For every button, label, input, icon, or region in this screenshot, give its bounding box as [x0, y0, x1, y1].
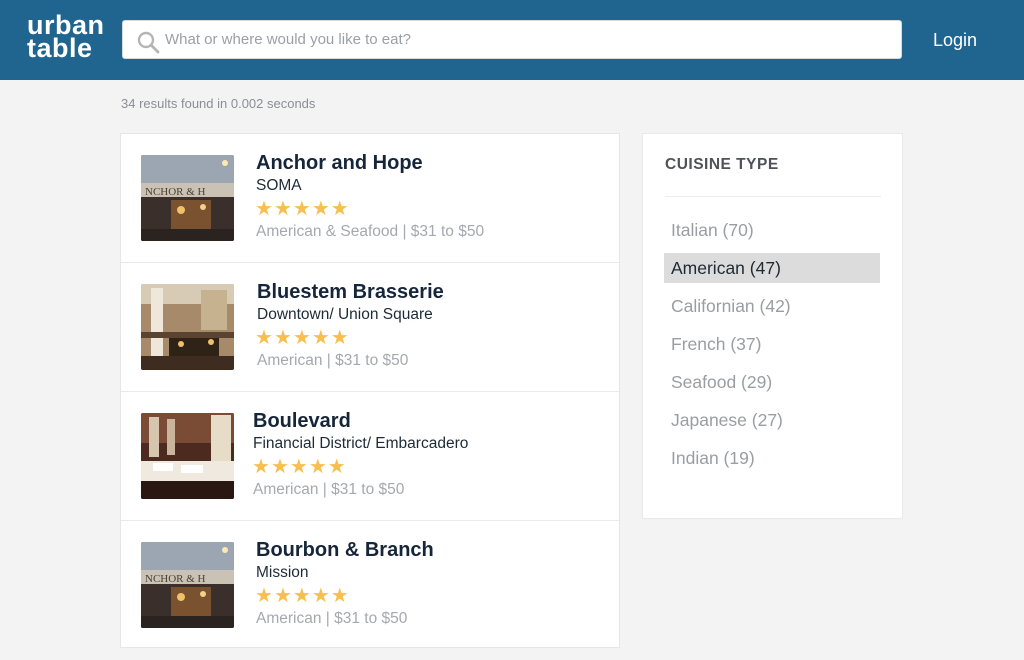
restaurant-details: American & Seafood | $31 to $50 — [256, 223, 485, 240]
star-icon: ★ — [289, 456, 308, 478]
restaurant-name[interactable]: Anchor and Hope — [256, 152, 423, 175]
star-icon: ★ — [292, 198, 311, 220]
rating-stars: ★★★★★ — [255, 328, 350, 348]
filter-option-indian[interactable]: Indian (19) — [664, 443, 880, 473]
star-icon: ★ — [270, 456, 289, 478]
restaurant-thumbnail[interactable] — [141, 413, 234, 499]
search-input[interactable] — [165, 21, 885, 58]
star-icon: ★ — [311, 198, 330, 220]
filter-option-japanese[interactable]: Japanese (27) — [664, 405, 880, 435]
restaurant-name[interactable]: Boulevard — [253, 410, 351, 433]
star-icon: ★ — [330, 327, 349, 349]
restaurant-name[interactable]: Bluestem Brasserie — [257, 281, 444, 304]
restaurant-item[interactable]: Boulevard Financial District/ Embarcader… — [121, 392, 619, 521]
cuisine-filter-panel: CUISINE TYPE Italian (70) American (47) … — [642, 133, 903, 519]
filter-option-seafood[interactable]: Seafood (29) — [664, 367, 880, 397]
star-icon: ★ — [311, 327, 330, 349]
restaurant-item[interactable]: NCHOR & H Anchor and Hope SOMA ★★★★★ Ame… — [121, 134, 619, 263]
restaurant-item[interactable]: Bluestem Brasserie Downtown/ Union Squar… — [121, 263, 619, 392]
results-count: 34 results found in 0.002 seconds — [121, 96, 316, 111]
star-icon: ★ — [273, 327, 292, 349]
svg-text:NCHOR & H: NCHOR & H — [145, 573, 206, 585]
star-icon: ★ — [330, 585, 349, 607]
filter-divider — [665, 196, 881, 197]
rating-stars: ★★★★★ — [255, 199, 350, 219]
restaurant-area: Mission — [256, 564, 309, 581]
filter-option-italian[interactable]: Italian (70) — [664, 215, 880, 245]
star-icon: ★ — [255, 585, 273, 607]
star-icon: ★ — [273, 585, 292, 607]
star-icon: ★ — [308, 456, 327, 478]
filter-title: CUISINE TYPE — [665, 156, 779, 173]
restaurant-item[interactable]: NCHOR & H Bourbon & Branch Mission ★★★★★… — [121, 521, 619, 650]
star-icon: ★ — [327, 456, 346, 478]
svg-text:NCHOR & H: NCHOR & H — [145, 186, 206, 198]
restaurant-name[interactable]: Bourbon & Branch — [256, 539, 434, 562]
restaurant-details: American | $31 to $50 — [253, 481, 405, 498]
urban-table-logo[interactable]: urban table — [27, 12, 104, 63]
search-icon — [137, 31, 160, 54]
star-icon: ★ — [330, 198, 349, 220]
restaurant-list: NCHOR & H Anchor and Hope SOMA ★★★★★ Ame… — [120, 133, 620, 648]
star-icon: ★ — [292, 327, 311, 349]
restaurant-thumbnail[interactable] — [141, 284, 234, 370]
restaurant-thumbnail[interactable]: NCHOR & H — [141, 155, 234, 241]
filter-option-american[interactable]: American (47) — [664, 253, 880, 283]
star-icon: ★ — [273, 198, 292, 220]
star-icon: ★ — [255, 198, 273, 220]
restaurant-details: American | $31 to $50 — [256, 610, 408, 627]
top-bar: urban table Login — [0, 0, 1024, 80]
restaurant-area: Financial District/ Embarcadero — [253, 435, 469, 452]
logo-line-2: table — [27, 33, 93, 63]
filter-option-californian[interactable]: Californian (42) — [664, 291, 880, 321]
restaurant-thumbnail[interactable]: NCHOR & H — [141, 542, 234, 628]
star-icon: ★ — [252, 456, 270, 478]
star-icon: ★ — [311, 585, 330, 607]
restaurant-details: American | $31 to $50 — [257, 352, 409, 369]
rating-stars: ★★★★★ — [255, 586, 350, 606]
star-icon: ★ — [292, 585, 311, 607]
rating-stars: ★★★★★ — [252, 457, 347, 477]
restaurant-area: SOMA — [256, 177, 302, 194]
search-box[interactable] — [122, 20, 902, 59]
login-link[interactable]: Login — [933, 30, 977, 51]
star-icon: ★ — [255, 327, 273, 349]
filter-option-french[interactable]: French (37) — [664, 329, 880, 359]
restaurant-area: Downtown/ Union Square — [257, 306, 433, 323]
